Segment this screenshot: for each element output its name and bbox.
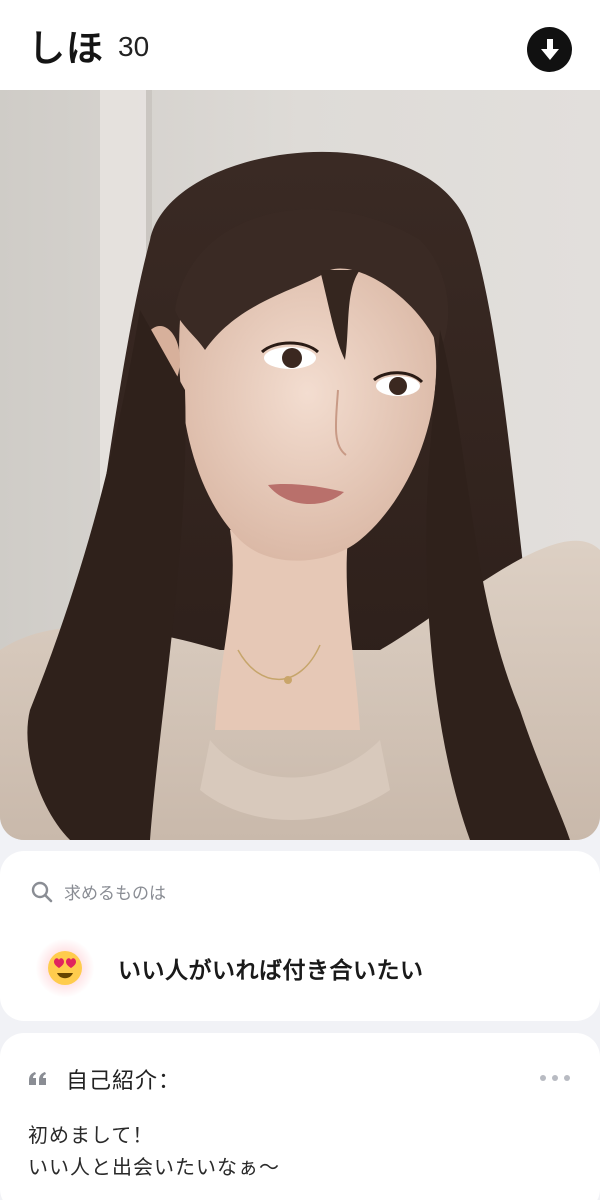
heart-eyes-emoji-icon [36,939,94,997]
search-icon [31,881,53,902]
more-dot [564,1075,570,1081]
looking-for-label: 求めるものは [64,884,166,904]
more-dot [552,1075,558,1081]
more-dots-icon[interactable] [540,1075,570,1081]
self-intro-title: 自己紹介： [66,1069,182,1094]
looking-for-card: 求めるものは いい人がいれば付き合いたい [0,851,600,1021]
looking-for-value: いい人がいれば付き合いたい [118,958,424,984]
self-intro-line: 初めまして！ [28,1123,154,1147]
profile-screen: しほ 30 求めるものは いい人がいれば付き合いたい 自己紹介： 初めまして！ … [0,0,600,1200]
more-dot [540,1075,546,1081]
looking-for-value-row: いい人がいれば付き合いたい [36,939,424,997]
self-intro-line: いい人と出会いたいなぁ〜 [28,1155,280,1179]
download-button[interactable] [527,27,572,72]
arrow-down-circle-icon [540,38,559,60]
self-intro-card: 自己紹介： 初めまして！ いい人と出会いたいなぁ〜 [0,1033,600,1200]
profile-header: しほ 30 [0,0,600,90]
self-intro-body: 初めまして！ いい人と出会いたいなぁ〜 [28,1119,280,1183]
profile-name: しほ [28,27,104,70]
profile-photo-image [0,90,600,840]
self-intro-header: 自己紹介： [28,1063,181,1095]
looking-for-label-row: 求めるものは [30,879,166,904]
quote-icon [29,1072,46,1085]
profile-photo[interactable] [0,90,600,840]
profile-age: 30 [118,31,150,62]
